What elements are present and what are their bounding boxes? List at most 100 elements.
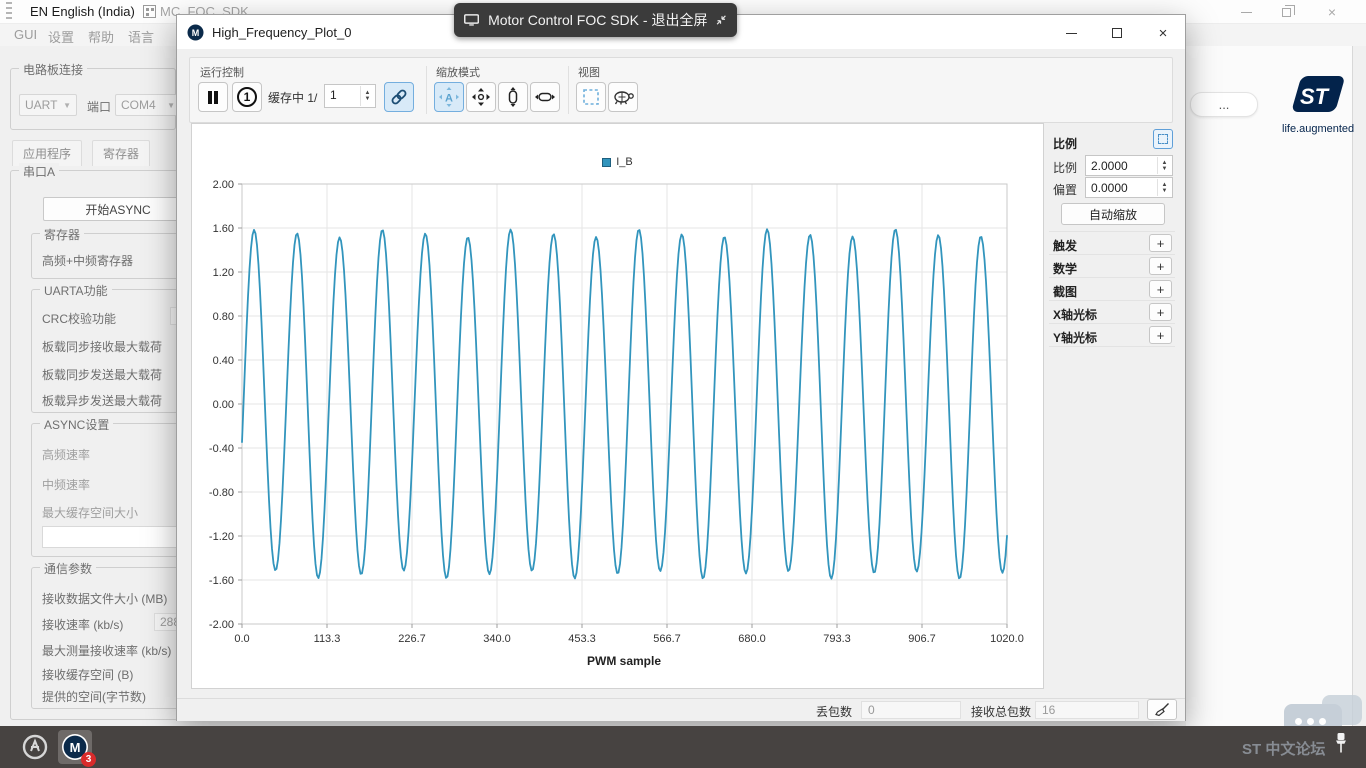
plot-window: M High_Frequency_Plot_0 × 运行控制 1 缓存中 1/ … <box>176 14 1186 721</box>
single-acquisition-button[interactable]: 1 <box>232 82 262 112</box>
trigger-section: 触发 + <box>1049 231 1175 254</box>
taskbar-motor-pilot-button[interactable]: M 3 <box>58 730 92 764</box>
async-settings-subgroup: ASYNC设置 高频速率 中频速率 最大缓存空间大小 <box>31 423 183 557</box>
scale-spinner-arrows[interactable]: ▲▼ <box>1157 157 1171 174</box>
x-axis-title: PWM sample <box>587 654 661 668</box>
menu-settings[interactable]: 设置 <box>48 27 74 46</box>
svg-text:0.00: 0.00 <box>213 399 234 411</box>
selection-view-button[interactable] <box>576 82 606 112</box>
notification-badge: 3 <box>81 752 96 767</box>
x-cursor-expand-button[interactable]: + <box>1149 303 1172 321</box>
comm-params-subgroup: 通信参数 接收数据文件大小 (MB) 接收速率 (kb/s) 288 最大测量接… <box>31 567 183 709</box>
svg-text:0.40: 0.40 <box>213 355 234 367</box>
pan-zoom-button[interactable] <box>466 82 496 112</box>
svg-text:-0.80: -0.80 <box>209 487 234 499</box>
async-settings-legend: ASYNC设置 <box>40 416 113 433</box>
link-icon <box>390 88 408 106</box>
main-minimize-button[interactable] <box>1226 0 1266 24</box>
hf-rate-label: 高频速率 <box>42 446 90 463</box>
exit-fullscreen-icon[interactable] <box>716 13 727 27</box>
total-packets-value: 16 <box>1035 701 1139 719</box>
plot-toolbar: 运行控制 1 缓存中 1/ 1 ▲▼ 缩放模式 A <box>189 57 1173 123</box>
buffer-size-input[interactable] <box>42 526 192 548</box>
trigger-section-label: 触发 <box>1053 237 1077 254</box>
scale-label: 比例 <box>1053 159 1077 176</box>
svg-text:M: M <box>70 740 81 755</box>
waveform-chart[interactable]: 2.001.601.200.800.400.00-0.40-0.80-1.20-… <box>192 124 1045 690</box>
serial-a-legend: 串口A <box>19 163 59 180</box>
link-plots-button[interactable] <box>384 82 414 112</box>
rx-rate-label: 接收速率 (kb/s) <box>42 616 123 633</box>
offset-spinner[interactable]: 0.0000 ▲▼ <box>1085 177 1173 198</box>
more-options-button[interactable]: ... <box>1190 92 1258 117</box>
svg-text:680.0: 680.0 <box>738 633 766 645</box>
language-bar-grip[interactable] <box>6 2 12 22</box>
menu-gui[interactable]: GUI <box>14 27 37 42</box>
capture-app-icon <box>22 734 48 760</box>
rx-file-size-label: 接收数据文件大小 (MB) <box>42 590 167 607</box>
svg-text:113.3: 113.3 <box>314 633 341 645</box>
svg-text:A: A <box>445 93 453 105</box>
scale-spinner[interactable]: 2.0000 ▲▼ <box>1085 155 1173 176</box>
math-expand-button[interactable]: + <box>1149 257 1172 275</box>
serial-a-group: 串口A 开始ASYNC 寄存器 高频+中频寄存器 UARTA功能 CRC校验功能… <box>10 170 178 720</box>
start-async-button[interactable]: 开始ASYNC <box>43 197 193 221</box>
plot-close-button[interactable]: × <box>1141 20 1185 46</box>
buffer-count-spinner[interactable]: 1 ▲▼ <box>324 84 376 108</box>
slow-view-button[interactable] <box>608 82 638 112</box>
legend-series-label: I_B <box>616 156 633 168</box>
taskbar-app1-button[interactable] <box>18 730 52 764</box>
pause-button[interactable] <box>198 82 228 112</box>
keyboard-layout-icon[interactable] <box>143 5 156 18</box>
mf-rate-label: 中频速率 <box>42 476 90 493</box>
selection-box-icon <box>581 87 601 107</box>
scale-focus-button[interactable] <box>1153 129 1173 149</box>
trigger-expand-button[interactable]: + <box>1149 234 1172 252</box>
svg-text:-0.40: -0.40 <box>209 443 234 455</box>
svg-text:2.00: 2.00 <box>213 179 234 191</box>
tab-registers[interactable]: 寄存器 <box>92 140 150 166</box>
x-cursor-section-label: X轴光标 <box>1053 306 1097 323</box>
max-buffer-label: 最大缓存空间大小 <box>42 504 138 521</box>
autoscale-button[interactable]: 自动缩放 <box>1061 203 1165 225</box>
y-cursor-expand-button[interactable]: + <box>1149 326 1172 344</box>
fullscreen-toast: Motor Control FOC SDK - 退出全屏 <box>454 3 737 37</box>
scale-section-label: 比例 <box>1053 135 1077 152</box>
autofit-zoom-button[interactable]: A <box>434 82 464 112</box>
snapshot-section-label: 截图 <box>1053 283 1077 300</box>
com-port-select[interactable]: COM4▼ <box>115 94 181 116</box>
svg-text:-1.60: -1.60 <box>209 575 234 587</box>
snapshot-expand-button[interactable]: + <box>1149 280 1172 298</box>
horizontal-zoom-button[interactable] <box>530 82 560 112</box>
svg-text:1.20: 1.20 <box>213 267 234 279</box>
clear-button[interactable] <box>1147 699 1177 720</box>
registers-legend: 寄存器 <box>40 226 84 243</box>
main-close-button[interactable]: × <box>1312 0 1352 24</box>
pause-icon <box>208 91 218 104</box>
language-indicator[interactable]: EN English (India) <box>30 4 135 19</box>
st-tagline: life.augmented <box>1282 123 1346 135</box>
toolbar-separator-1 <box>426 66 427 114</box>
x-cursor-section: X轴光标 + <box>1049 300 1175 323</box>
autofit-icon: A <box>439 87 459 107</box>
menu-help[interactable]: 帮助 <box>88 27 114 46</box>
vertical-zoom-button[interactable] <box>498 82 528 112</box>
offset-spinner-arrows[interactable]: ▲▼ <box>1157 179 1171 196</box>
plot-side-panel: 比例 比例 2.0000 ▲▼ 偏置 0.0000 ▲▼ 自动缩放 触发 + 数… <box>1049 119 1175 689</box>
zoom-mode-label: 缩放模式 <box>436 64 480 80</box>
buffer-progress-label: 缓存中 1/ <box>268 89 317 106</box>
menu-language[interactable]: 语言 <box>128 27 154 46</box>
crc-label: CRC校验功能 <box>42 310 116 327</box>
svg-text:-1.20: -1.20 <box>209 531 234 543</box>
uart-select[interactable]: UART▼ <box>19 94 77 116</box>
svg-text:793.3: 793.3 <box>823 633 851 645</box>
legend-swatch <box>602 158 611 167</box>
svg-text:226.7: 226.7 <box>398 633 426 645</box>
main-restore-button[interactable] <box>1266 0 1306 24</box>
svg-text:-2.00: -2.00 <box>209 619 234 631</box>
pin-button[interactable] <box>1333 732 1349 761</box>
plot-maximize-button[interactable] <box>1095 20 1139 46</box>
vertical-zoom-icon <box>503 87 523 107</box>
plot-minimize-button[interactable] <box>1049 20 1093 46</box>
buffer-spinner-arrows[interactable]: ▲▼ <box>360 86 374 106</box>
